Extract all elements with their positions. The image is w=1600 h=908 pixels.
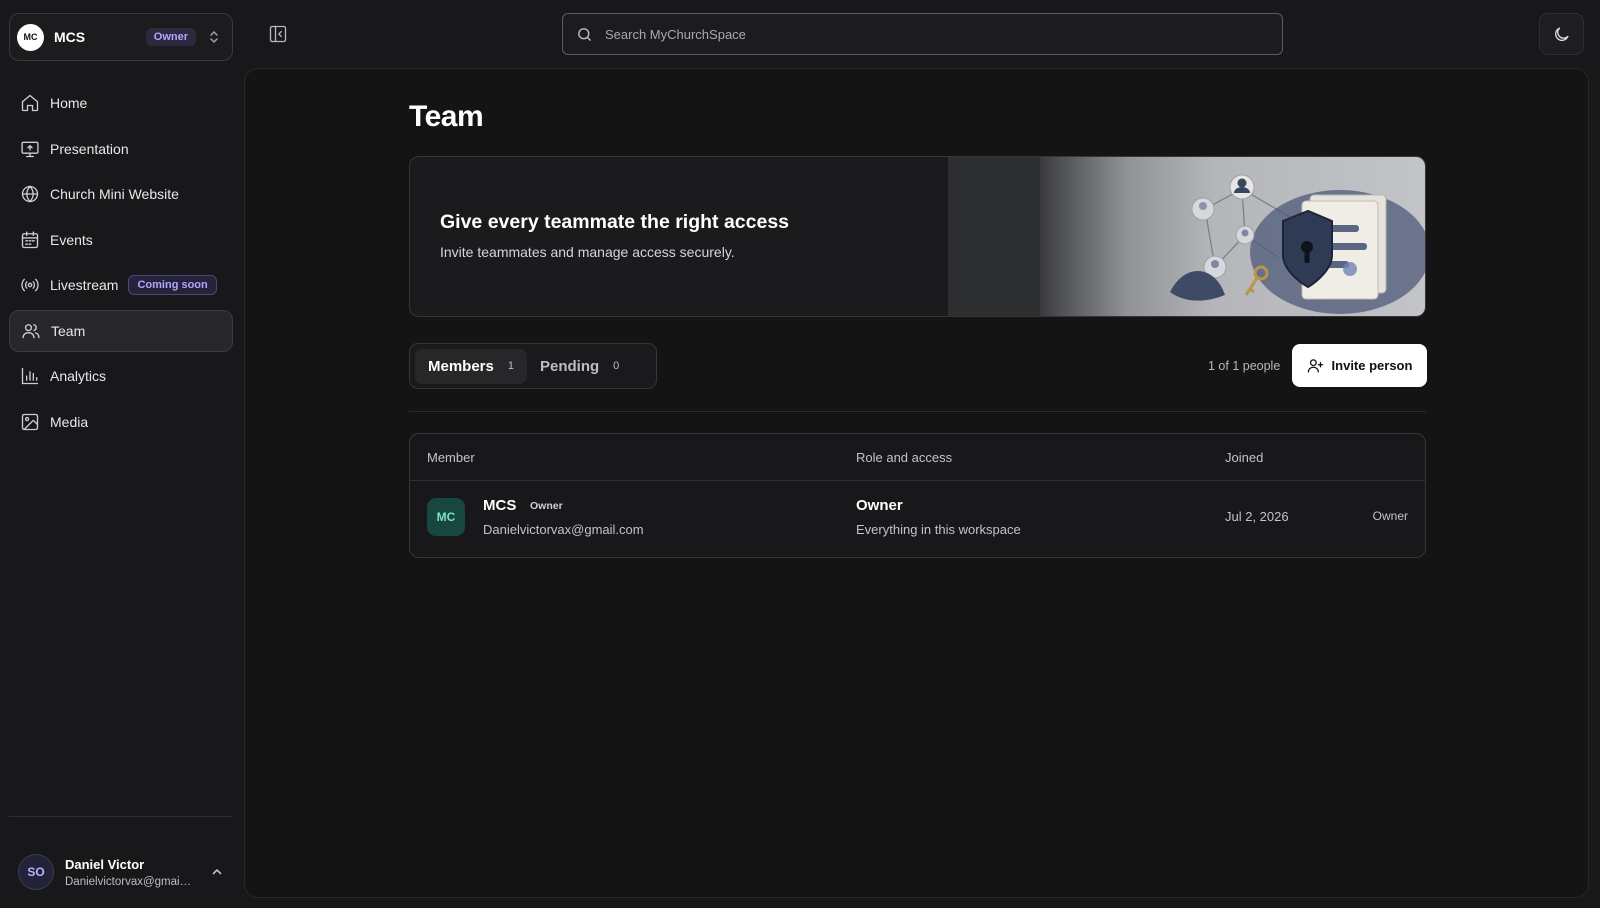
- tab-pending[interactable]: Pending 0: [527, 349, 632, 384]
- sidebar-item-label: Analytics: [50, 368, 107, 384]
- member-role: Owner: [856, 497, 903, 514]
- sidebar-item-label: Presentation: [50, 140, 129, 157]
- member-name: MCS: [483, 497, 517, 514]
- bar-chart-icon: [20, 366, 40, 386]
- tab-members[interactable]: Members 1: [415, 348, 527, 384]
- user-info: Daniel Victor Danielvictorvax@gmail.com: [65, 857, 210, 888]
- sidebar: MC MCS Owner Home Presentation Church Mi…: [0, 0, 240, 908]
- sidebar-item-livestream[interactable]: Livestream Coming soon: [9, 264, 233, 306]
- hero-subtitle: Invite teammates and manage access secur…: [440, 244, 735, 260]
- sidebar-item-presentation[interactable]: Presentation: [9, 128, 233, 170]
- sidebar-item-media[interactable]: Media: [9, 401, 233, 443]
- main-panel: Team Give every teammate the right acces…: [244, 68, 1589, 898]
- user-menu[interactable]: SO Daniel Victor Danielvictorvax@gmail.c…: [18, 852, 230, 892]
- column-header-role: Role and access: [856, 450, 953, 465]
- member-avatar: MC: [427, 498, 465, 536]
- member-tabs: Members 1 Pending 0: [409, 343, 657, 389]
- hero-banner: Give every teammate the right access Inv…: [409, 156, 1426, 317]
- moon-icon: [1552, 25, 1571, 44]
- sidebar-item-events[interactable]: Events: [9, 219, 233, 261]
- tab-count: 0: [613, 360, 620, 372]
- member-role-description: Everything in this workspace: [856, 522, 1021, 537]
- user-email: Danielvictorvax@gmail.com: [65, 875, 193, 888]
- chevrons-up-down-icon: [208, 29, 220, 45]
- members-table: Member Role and access Joined MC MCS Own…: [409, 433, 1426, 558]
- member-email: Danielvictorvax@gmail.com: [483, 522, 644, 537]
- calendar-icon: [20, 230, 40, 250]
- user-avatar: SO: [18, 854, 54, 890]
- coming-soon-badge: Coming soon: [128, 275, 217, 295]
- users-icon: [21, 321, 41, 341]
- hero-title: Give every teammate the right access: [440, 211, 790, 233]
- sidebar-divider: [9, 816, 233, 817]
- search-bar[interactable]: [562, 13, 1283, 55]
- hero-image-edge: [948, 157, 1040, 316]
- sidebar-item-label: Church Mini Website: [50, 186, 179, 202]
- chevron-up-icon: [210, 865, 224, 879]
- page-title: Team: [409, 100, 484, 133]
- workspace-name: MCS: [54, 29, 86, 45]
- invite-person-label: Invite person: [1331, 358, 1413, 373]
- tab-label: Members: [428, 357, 494, 375]
- member-joined-date: Jul 2, 2026: [1225, 509, 1289, 524]
- globe-icon: [20, 184, 40, 204]
- sidebar-item-analytics[interactable]: Analytics: [9, 355, 233, 397]
- member-role-badge: Owner: [530, 500, 563, 512]
- search-input[interactable]: [605, 26, 1225, 42]
- hero-illustration: [1040, 157, 1425, 316]
- table-row[interactable]: MC MCS Owner Danielvictorvax@gmail.com O…: [410, 481, 1425, 557]
- home-icon: [20, 93, 40, 113]
- sidebar-item-label: Events: [50, 231, 93, 248]
- column-header-member: Member: [427, 450, 475, 465]
- user-plus-icon: [1307, 357, 1324, 374]
- sidebar-item-team[interactable]: Team: [9, 309, 233, 352]
- sidebar-item-label: Media: [50, 413, 89, 430]
- column-header-joined: Joined: [1225, 450, 1264, 465]
- theme-toggle-button[interactable]: [1539, 13, 1584, 55]
- sidebar-nav: Home Presentation Church Mini Website Ev…: [9, 82, 233, 446]
- sidebar-item-church-mini-website[interactable]: Church Mini Website: [9, 173, 233, 215]
- sidebar-item-home[interactable]: Home: [9, 82, 233, 124]
- invite-person-button[interactable]: Invite person: [1292, 344, 1427, 387]
- section-divider: [409, 411, 1426, 412]
- workspace-avatar: MC: [17, 23, 44, 51]
- member-access-level: Owner: [1372, 509, 1408, 523]
- table-header: Member Role and access Joined: [410, 434, 1425, 481]
- search-icon: [576, 26, 593, 43]
- workspace-role-badge: Owner: [145, 28, 196, 46]
- broadcast-icon: [20, 275, 40, 295]
- people-count: 1 of 1 people: [1208, 359, 1281, 373]
- sidebar-toggle-icon[interactable]: [268, 24, 288, 44]
- workspace-switcher[interactable]: MC MCS Owner: [9, 13, 233, 61]
- presentation-icon: [20, 139, 40, 159]
- tab-label: Pending: [539, 357, 600, 375]
- sidebar-item-label: Team: [51, 322, 86, 339]
- sidebar-item-label: Home: [50, 95, 88, 111]
- tab-count: 1: [507, 360, 514, 372]
- sidebar-item-label: Livestream: [50, 277, 119, 293]
- user-name: Daniel Victor: [65, 856, 145, 872]
- image-icon: [20, 412, 40, 432]
